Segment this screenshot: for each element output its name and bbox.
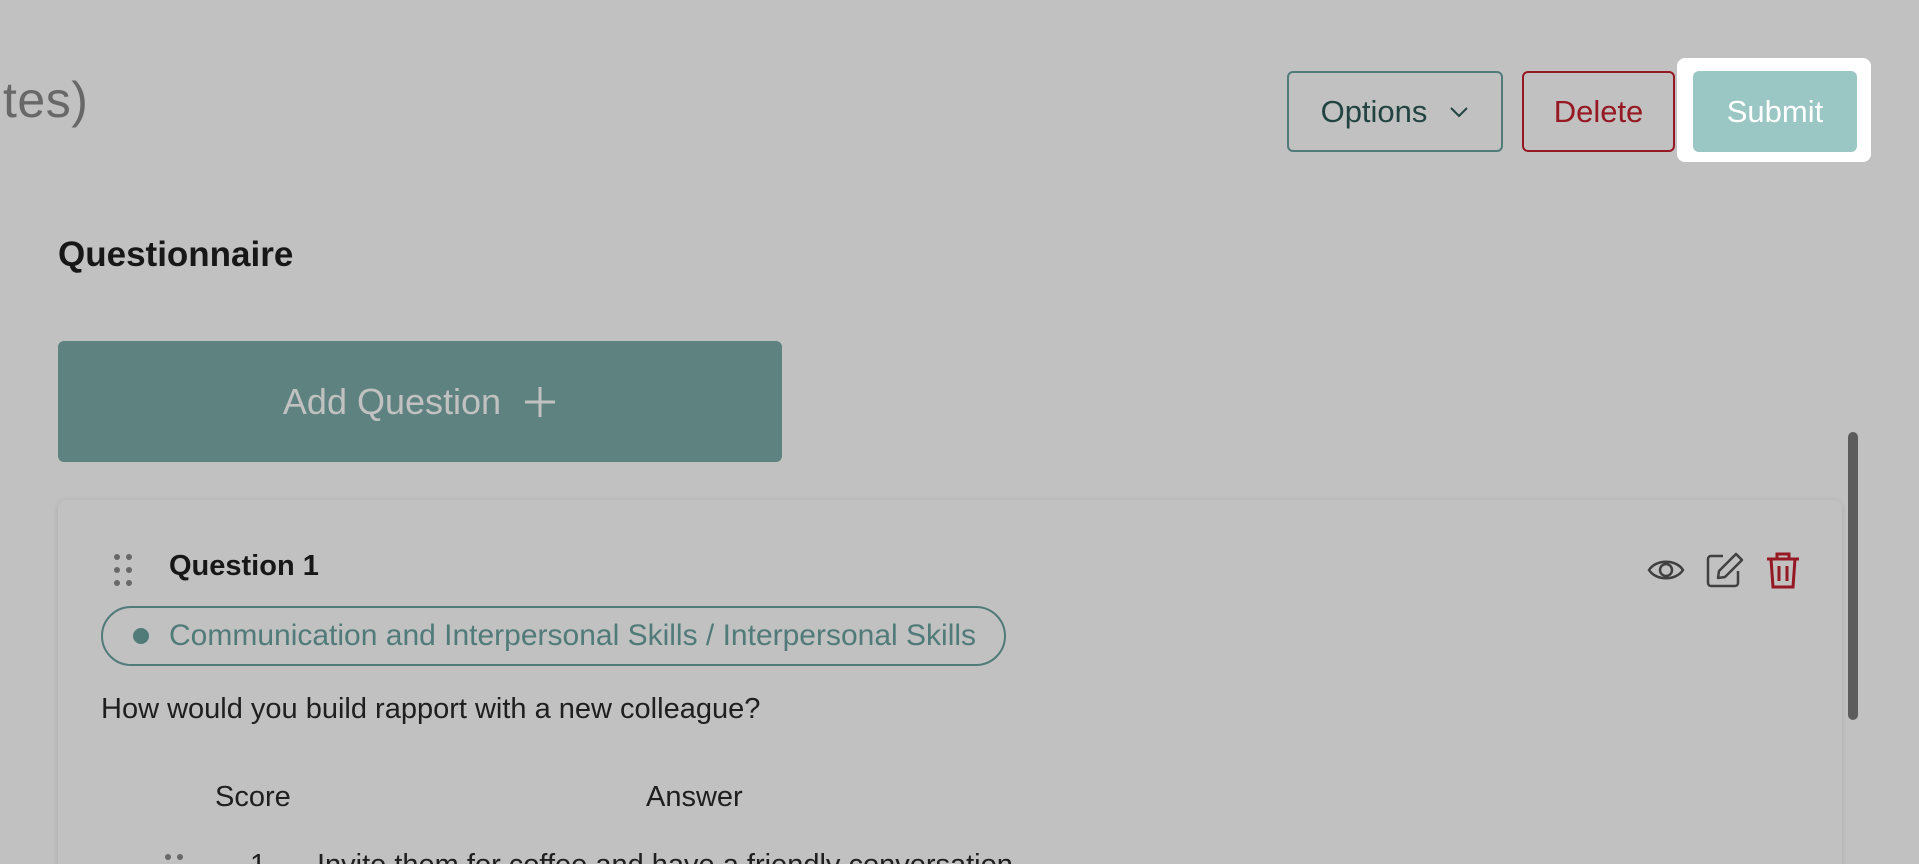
options-label: Options	[1320, 93, 1428, 129]
answer-drag-handle-icon[interactable]	[164, 853, 184, 864]
eye-icon[interactable]	[1646, 551, 1686, 589]
app-frame: tes) Options Delete Submit Questionnaire…	[0, 0, 1919, 864]
add-question-button[interactable]: Add Question	[58, 341, 782, 462]
add-question-label: Add Question	[282, 380, 502, 422]
skill-tag-label: Communication and Interpersonal Skills /…	[169, 619, 977, 652]
answer-score: 1	[250, 849, 266, 864]
question-text: How would you build rapport with a new c…	[101, 693, 761, 725]
submit-button[interactable]: Submit	[1693, 71, 1857, 152]
page: tes) Options Delete Submit Questionnaire…	[3, 3, 1916, 864]
edit-icon[interactable]	[1705, 551, 1745, 589]
page-title: tes)	[3, 72, 89, 128]
answer-text: Invite them for coffee and have a friend…	[317, 849, 1021, 864]
question-card	[58, 500, 1842, 864]
skill-tag: Communication and Interpersonal Skills /…	[101, 606, 1007, 666]
question-title: Question 1	[169, 550, 319, 582]
trash-icon[interactable]	[1763, 551, 1803, 589]
options-button[interactable]: Options	[1287, 71, 1503, 152]
drag-handle-icon[interactable]	[113, 553, 133, 587]
plus-icon	[525, 386, 556, 417]
scrollbar[interactable]	[1848, 432, 1858, 720]
score-column-header: Score	[215, 781, 291, 813]
delete-button[interactable]: Delete	[1522, 71, 1675, 152]
chevron-down-icon	[1450, 106, 1469, 117]
questionnaire-heading: Questionnaire	[58, 235, 294, 274]
tag-dot-icon	[133, 628, 149, 644]
answer-column-header: Answer	[646, 781, 743, 813]
